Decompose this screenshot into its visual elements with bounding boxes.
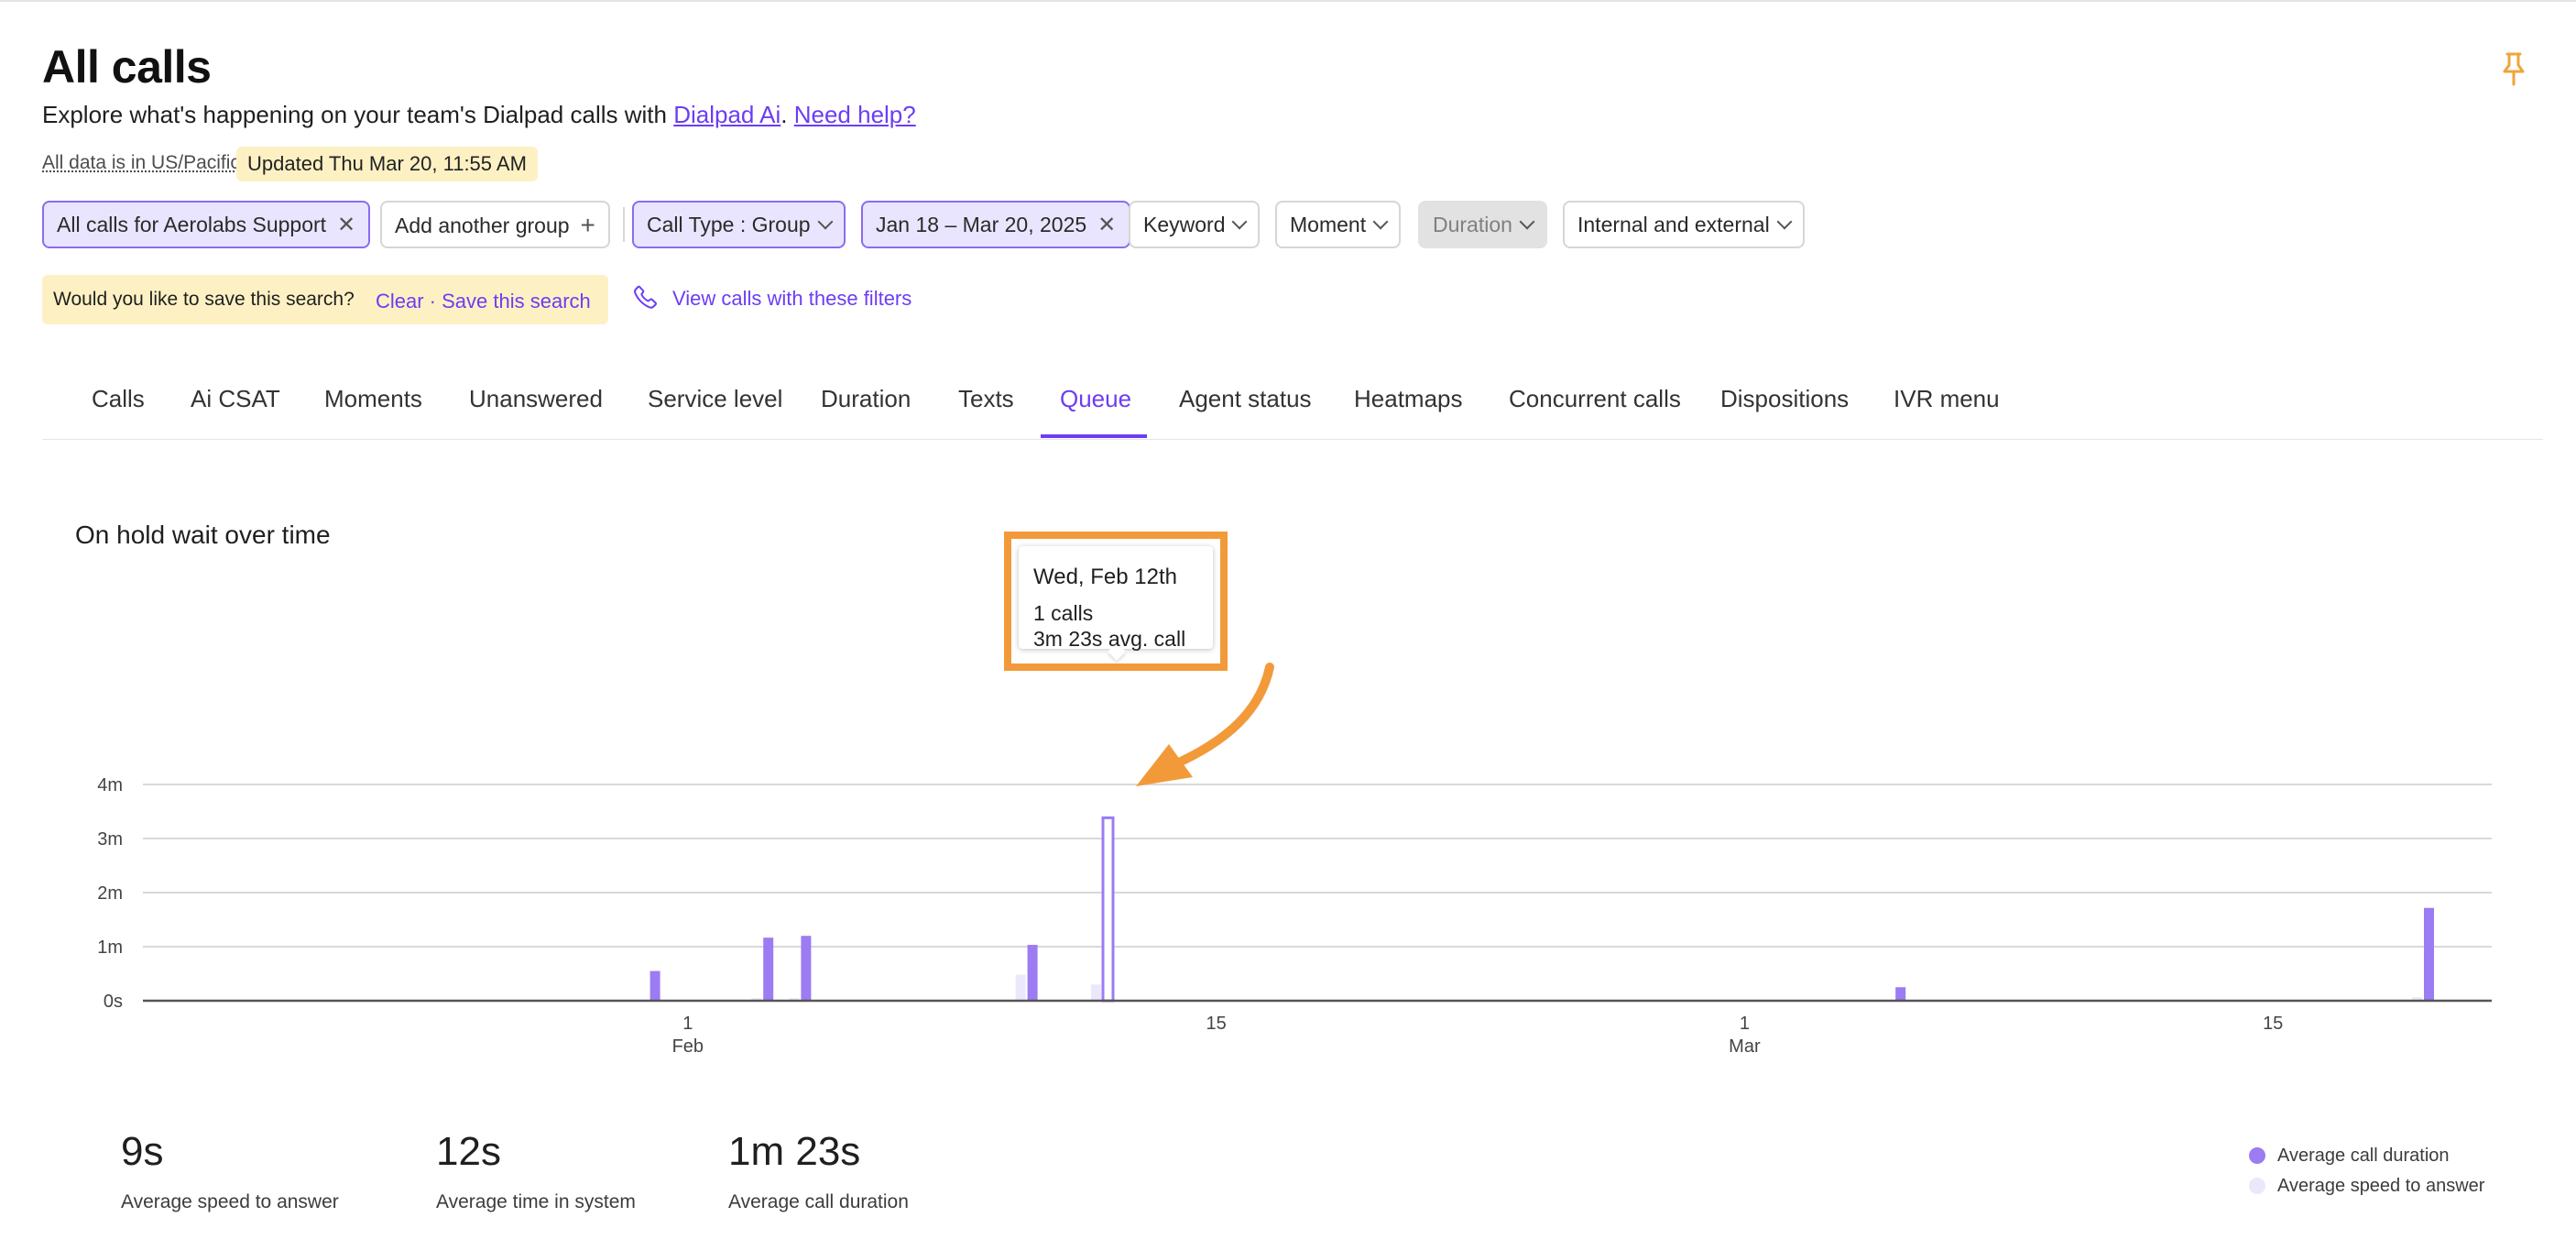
tab-unanswered[interactable]: Unanswered xyxy=(469,385,603,413)
save-search-prompt: Would you like to save this search? xyxy=(53,289,355,310)
need-help-link[interactable]: Need help? xyxy=(794,101,916,128)
add-group-button[interactable]: Add another group + xyxy=(380,201,610,248)
tooltip-highlight-box: Wed, Feb 12th 1 calls 3m 23s avg. call xyxy=(1004,532,1228,671)
annotation-arrow-icon xyxy=(1136,663,1274,786)
chevron-down-icon xyxy=(1372,214,1389,230)
subtitle-separator: . xyxy=(780,101,794,128)
bar-speed-to-answer-2025-02-12[interactable] xyxy=(1091,984,1101,1001)
phone-icon xyxy=(634,285,657,309)
bar-call-duration-2025-02-12[interactable] xyxy=(1101,816,1115,1003)
tab-dispositions[interactable]: Dispositions xyxy=(1720,385,1849,413)
bar-call-duration-2025-02-10[interactable] xyxy=(1027,945,1038,1001)
subtitle-text: Explore what's happening on your team's … xyxy=(42,101,674,128)
pin-icon[interactable] xyxy=(2499,51,2528,88)
save-search-bar: Would you like to save this search? Clea… xyxy=(42,275,608,324)
scope-label: Internal and external xyxy=(1577,213,1770,236)
stat-label-speed-to-answer: Average speed to answer xyxy=(121,1191,339,1212)
duration-filter[interactable]: Duration xyxy=(1418,201,1547,248)
keyword-filter[interactable]: Keyword xyxy=(1129,201,1261,248)
bar-call-duration-2025-03-05[interactable] xyxy=(1895,987,1906,1001)
chevron-down-icon xyxy=(1776,214,1793,230)
bar-call-duration-2025-01-31[interactable] xyxy=(649,970,660,1001)
plus-icon: + xyxy=(580,211,595,239)
legend-swatch-speed-to-answer xyxy=(2249,1178,2265,1194)
close-icon[interactable]: ✕ xyxy=(337,203,355,247)
bar-call-duration-2025-02-04[interactable] xyxy=(801,936,812,1001)
tooltip-date: Wed, Feb 12th xyxy=(1033,565,1177,589)
x-tick-day-2: 1 xyxy=(1740,1014,1750,1034)
call-type-label: Call Type : Group xyxy=(647,213,811,236)
group-filter-label: All calls for Aerolabs Support xyxy=(57,213,327,236)
y-tick-label-0s: 0s xyxy=(104,992,123,1012)
tab-heatmaps[interactable]: Heatmaps xyxy=(1354,385,1463,413)
stat-value-speed-to-answer: 9s xyxy=(121,1129,164,1174)
stat-value-call-duration: 1m 23s xyxy=(728,1129,861,1174)
view-calls-label: View calls with these filters xyxy=(672,287,912,310)
legend-label-call-duration[interactable]: Average call duration xyxy=(2277,1146,2450,1167)
y-tick-label-1m: 1m xyxy=(97,938,123,958)
tooltip-calls: 1 calls xyxy=(1033,601,1094,625)
add-group-label: Add another group xyxy=(395,214,570,237)
tab-service-level[interactable]: Service level xyxy=(648,385,782,413)
chevron-down-icon xyxy=(1231,214,1248,230)
date-range-filter[interactable]: Jan 18 – Mar 20, 2025 ✕ xyxy=(861,201,1131,248)
tooltip-avg-call: 3m 23s avg. call xyxy=(1033,627,1186,651)
y-tick-label-4m: 4m xyxy=(97,775,123,795)
tab-texts[interactable]: Texts xyxy=(958,385,1014,413)
moment-filter[interactable]: Moment xyxy=(1275,201,1402,248)
page-subtitle: Explore what's happening on your team's … xyxy=(42,101,916,129)
updated-badge: Updated Thu Mar 20, 11:55 AM xyxy=(236,147,538,181)
tab-calls[interactable]: Calls xyxy=(92,385,145,413)
legend-swatch-call-duration xyxy=(2249,1147,2265,1164)
scope-filter[interactable]: Internal and external xyxy=(1563,201,1805,248)
timezone-note[interactable]: All data is in US/Pacific xyxy=(42,152,240,174)
dialpad-ai-link[interactable]: Dialpad Ai xyxy=(673,101,780,128)
keyword-label: Keyword xyxy=(1143,213,1226,236)
legend-label-speed-to-answer[interactable]: Average speed to answer xyxy=(2277,1176,2484,1197)
filter-divider xyxy=(623,207,625,242)
tab-duration[interactable]: Duration xyxy=(821,385,911,413)
bar-speed-to-answer-2025-02-10[interactable] xyxy=(1015,974,1026,1001)
tab-moments[interactable]: Moments xyxy=(324,385,422,413)
duration-label: Duration xyxy=(1433,213,1512,236)
tab-agent-status[interactable]: Agent status xyxy=(1179,385,1312,413)
close-icon[interactable]: ✕ xyxy=(1097,203,1116,247)
moment-label: Moment xyxy=(1290,213,1367,236)
tab-ivr-menu[interactable]: IVR menu xyxy=(1894,385,2000,413)
top-border xyxy=(0,0,2576,2)
bar-call-duration-2025-02-03[interactable] xyxy=(763,938,774,1001)
save-search-links[interactable]: Clear · Save this search xyxy=(376,277,591,326)
x-tick-day-1: 15 xyxy=(1206,1014,1226,1034)
active-tab-indicator xyxy=(1041,434,1147,438)
x-tick-month-2: Mar xyxy=(1729,1036,1761,1057)
page-title: All calls xyxy=(42,41,212,93)
stat-label-call-duration: Average call duration xyxy=(728,1191,909,1212)
x-tick-day-3: 15 xyxy=(2263,1014,2283,1034)
tab-queue[interactable]: Queue xyxy=(1060,385,1131,413)
chevron-down-icon xyxy=(817,214,834,230)
chevron-down-icon xyxy=(1519,214,1535,230)
tab-ai-csat[interactable]: Ai CSAT xyxy=(191,385,280,413)
y-tick-label-2m: 2m xyxy=(97,883,123,904)
x-tick-day-0: 1 xyxy=(682,1014,693,1034)
group-filter-chip[interactable]: All calls for Aerolabs Support ✕ xyxy=(42,201,371,248)
y-tick-label-3m: 3m xyxy=(97,829,123,850)
call-type-filter[interactable]: Call Type : Group xyxy=(632,201,846,248)
date-range-label: Jan 18 – Mar 20, 2025 xyxy=(876,213,1087,236)
bar-call-duration-2025-03-19[interactable] xyxy=(2424,907,2434,1001)
stat-label-time-in-system: Average time in system xyxy=(436,1191,636,1212)
tab-divider xyxy=(42,439,2543,440)
tab-concurrent-calls[interactable]: Concurrent calls xyxy=(1509,385,1681,413)
x-tick-month-0: Feb xyxy=(672,1036,704,1057)
on-hold-wait-chart: 0s1m2m3m4m1Feb15 1Mar15 xyxy=(97,775,2492,1057)
stat-value-time-in-system: 12s xyxy=(436,1129,501,1174)
